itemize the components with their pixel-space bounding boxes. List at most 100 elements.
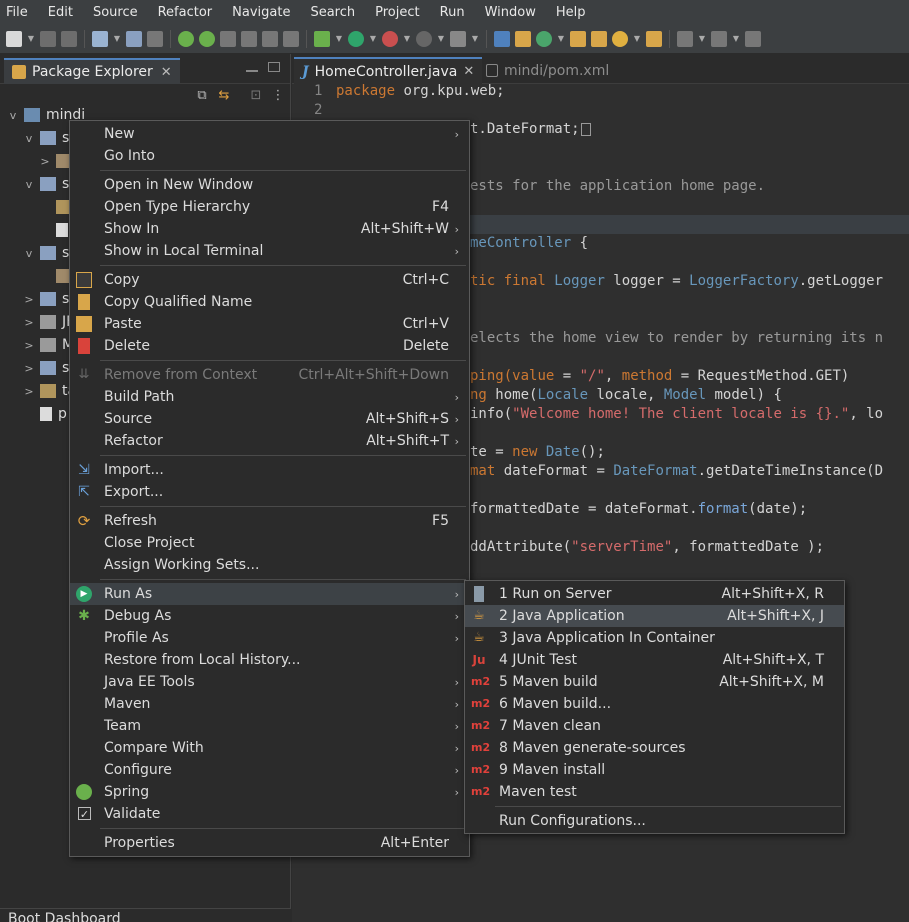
chevron-right-icon[interactable]: > xyxy=(40,155,50,168)
chevron-down-icon[interactable]: ▼ xyxy=(403,31,411,47)
chevron-down-icon[interactable]: ▼ xyxy=(732,31,740,47)
menu-item-debug-as[interactable]: ✱ Debug As › xyxy=(70,605,469,627)
link-with-editor-icon[interactable]: ⇆ xyxy=(216,88,232,104)
chevron-down-icon[interactable]: ▼ xyxy=(335,31,343,47)
open-file-icon[interactable] xyxy=(646,30,662,47)
skip-breakpoints-icon[interactable] xyxy=(126,30,142,47)
spring-icon[interactable] xyxy=(199,30,215,47)
back-icon[interactable] xyxy=(711,30,727,47)
tree-item[interactable]: > sr xyxy=(24,357,75,379)
menu-item-copy[interactable]: Copy Ctrl+C xyxy=(70,269,469,291)
submenu-item-junit-test[interactable]: Ju 4 JUnit Test Alt+Shift+X, T xyxy=(465,649,844,671)
new-icon[interactable] xyxy=(6,30,22,47)
menu-item-show-in-local-terminal[interactable]: Show in Local Terminal › xyxy=(70,240,469,262)
tree-item[interactable]: v sr xyxy=(24,242,75,264)
view-menu-icon[interactable]: ⋮ xyxy=(270,88,286,104)
submenu-item-run-on-server[interactable]: 1 Run on Server Alt+Shift+X, R xyxy=(465,583,844,605)
menu-item-new[interactable]: New › xyxy=(70,123,469,145)
stop-icon[interactable] xyxy=(416,30,432,47)
debug-icon[interactable] xyxy=(314,30,330,47)
menu-item-spring[interactable]: Spring › xyxy=(70,781,469,803)
chevron-down-icon[interactable]: ▼ xyxy=(113,31,121,47)
menu-window[interactable]: Window xyxy=(485,5,546,20)
submenu-item-maven-install[interactable]: m2 9 Maven install xyxy=(465,759,844,781)
menu-item-show-in[interactable]: Show In Alt+Shift+W › xyxy=(70,218,469,240)
menu-item-delete[interactable]: Delete Delete xyxy=(70,335,469,357)
menu-item-source[interactable]: Source Alt+Shift+S › xyxy=(70,408,469,430)
menu-project[interactable]: Project xyxy=(375,5,429,20)
debug-tools-icon[interactable] xyxy=(147,30,163,47)
open-task-icon[interactable] xyxy=(591,30,607,47)
maximize-icon[interactable] xyxy=(268,62,280,72)
new-java-project-icon[interactable] xyxy=(494,30,510,47)
server-icon[interactable] xyxy=(450,30,466,47)
menu-source[interactable]: Source xyxy=(93,5,148,20)
close-icon[interactable]: ✕ xyxy=(161,65,172,80)
menu-item-restore-from-local-history[interactable]: Restore from Local History... xyxy=(70,649,469,671)
chevron-down-icon[interactable]: ▼ xyxy=(557,31,565,47)
spring-boot-icon[interactable] xyxy=(178,30,194,47)
submenu-item-maven-build-dialog[interactable]: m2 6 Maven build... xyxy=(465,693,844,715)
submenu-item-run-configurations[interactable]: Run Configurations... xyxy=(465,810,844,832)
menu-item-refresh[interactable]: ⟳ Refresh F5 xyxy=(70,510,469,532)
tree-item[interactable]: > JF xyxy=(24,311,74,333)
tree-item[interactable]: v sr xyxy=(24,127,75,149)
menu-item-paste[interactable]: Paste Ctrl+V xyxy=(70,313,469,335)
menu-item-go-into[interactable]: Go Into xyxy=(70,145,469,167)
chevron-down-icon[interactable]: ▼ xyxy=(633,31,641,47)
open-type-icon[interactable] xyxy=(570,30,586,47)
tree-item[interactable]: p xyxy=(24,403,67,425)
menu-item-build-path[interactable]: Build Path › xyxy=(70,386,469,408)
menu-item-run-as[interactable]: ▶ Run As › xyxy=(70,583,469,605)
menu-item-assign-working-sets[interactable]: Assign Working Sets... xyxy=(70,554,469,576)
tab-homecontroller-java[interactable]: J HomeController.java ✕ xyxy=(294,57,483,84)
search-icon[interactable] xyxy=(612,30,628,47)
forward-icon[interactable] xyxy=(745,30,761,47)
close-icon[interactable]: ✕ xyxy=(463,64,474,79)
menu-item-import[interactable]: ⇲ Import... xyxy=(70,459,469,481)
menu-edit[interactable]: Edit xyxy=(48,5,83,20)
save-icon[interactable] xyxy=(40,30,56,47)
focus-icon[interactable]: ⊡ xyxy=(248,88,264,104)
run-external-icon[interactable] xyxy=(382,30,398,47)
menu-item-open-in-new-window[interactable]: Open in New Window xyxy=(70,174,469,196)
chevron-down-icon[interactable]: v xyxy=(24,132,34,145)
chevron-down-icon[interactable]: v xyxy=(24,247,34,260)
chevron-down-icon[interactable]: ▼ xyxy=(437,31,445,47)
tree-item[interactable]: > sr xyxy=(24,288,75,310)
menu-item-refactor[interactable]: Refactor Alt+Shift+T › xyxy=(70,430,469,452)
chevron-right-icon[interactable]: > xyxy=(24,316,34,329)
menu-item-validate[interactable]: ✓ Validate xyxy=(70,803,469,825)
chevron-down-icon[interactable]: ▼ xyxy=(27,31,35,47)
submenu-item-maven-clean[interactable]: m2 7 Maven clean xyxy=(465,715,844,737)
menu-item-export[interactable]: ⇱ Export... xyxy=(70,481,469,503)
edit-icon[interactable] xyxy=(220,30,236,47)
submenu-item-maven-generate-sources[interactable]: m2 8 Maven generate-sources xyxy=(465,737,844,759)
menu-item-maven[interactable]: Maven › xyxy=(70,693,469,715)
submenu-item-java-application[interactable]: ☕ 2 Java Application Alt+Shift+X, J xyxy=(465,605,844,627)
chevron-right-icon[interactable]: > xyxy=(24,385,34,398)
chevron-down-icon[interactable]: ▼ xyxy=(369,31,377,47)
chevron-right-icon[interactable]: > xyxy=(24,339,34,352)
submenu-item-maven-build[interactable]: m2 5 Maven build Alt+Shift+X, M xyxy=(465,671,844,693)
new-package-icon[interactable] xyxy=(515,30,531,47)
menu-run[interactable]: Run xyxy=(440,5,475,20)
new-class-icon[interactable] xyxy=(536,30,552,47)
tree-item[interactable]: > M xyxy=(24,334,74,356)
menu-item-compare-with[interactable]: Compare With › xyxy=(70,737,469,759)
menu-search[interactable]: Search xyxy=(310,5,365,20)
menu-help[interactable]: Help xyxy=(556,5,596,20)
chevron-right-icon[interactable]: > xyxy=(24,293,34,306)
menu-item-configure[interactable]: Configure › xyxy=(70,759,469,781)
minimize-icon[interactable] xyxy=(246,62,258,72)
tree-item[interactable]: v sr xyxy=(24,173,75,195)
run-icon[interactable] xyxy=(348,30,364,47)
menu-item-profile-as[interactable]: Profile As › xyxy=(70,627,469,649)
paragraph-icon[interactable] xyxy=(283,30,299,47)
menu-item-copy-qualified-name[interactable]: Copy Qualified Name xyxy=(70,291,469,313)
chevron-down-icon[interactable]: ▼ xyxy=(698,31,706,47)
menu-item-properties[interactable]: Properties Alt+Enter xyxy=(70,832,469,854)
menu-item-team[interactable]: Team › xyxy=(70,715,469,737)
menu-item-open-type-hierarchy[interactable]: Open Type Hierarchy F4 xyxy=(70,196,469,218)
menu-item-java-ee-tools[interactable]: Java EE Tools › xyxy=(70,671,469,693)
